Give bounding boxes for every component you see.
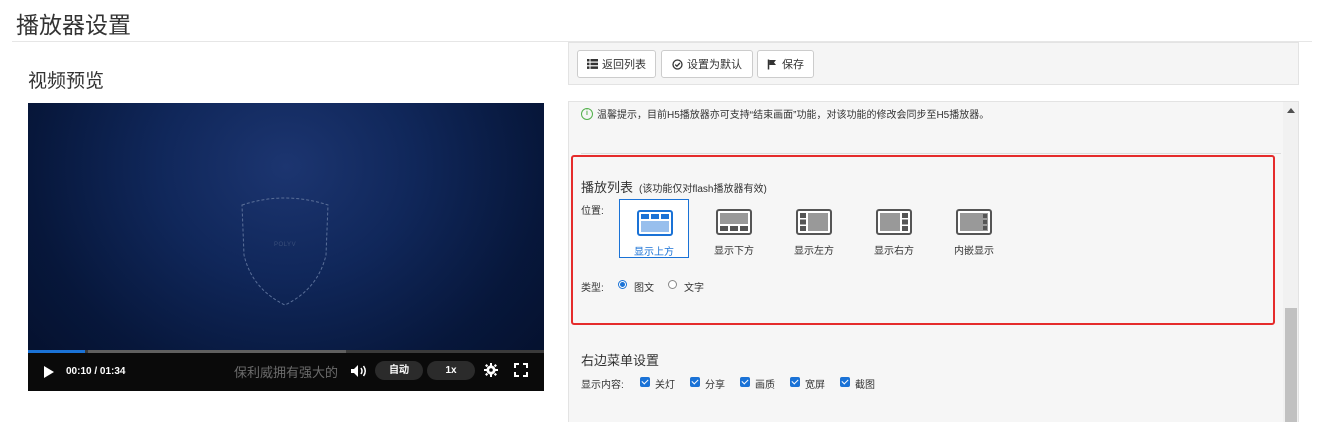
fullscreen-icon[interactable]	[514, 363, 528, 377]
progress-buffered	[88, 350, 346, 353]
marquee-text: 保利威拥有强大的	[234, 365, 339, 380]
tip-message: i 温馨提示，目前H5播放器亦可支持“结束画面”功能，对该功能的修改会同步至H5…	[581, 106, 989, 121]
type-option-label[interactable]: 图文	[634, 279, 654, 294]
list-icon	[587, 59, 598, 69]
scrollbar-thumb[interactable]	[1285, 308, 1297, 422]
preview-title: 视频预览	[28, 71, 105, 92]
position-option-label: 显示上方	[634, 247, 674, 258]
shield-watermark-icon	[241, 197, 329, 306]
player-controls: 00:10 / 01:34 保利威拥有强大的 自动 1x	[28, 350, 544, 391]
flag-icon	[767, 59, 776, 69]
time-display: 00:10 / 01:34	[66, 366, 126, 377]
check-circle-icon	[672, 58, 683, 70]
position-option-embed[interactable]: 内嵌显示	[939, 199, 1009, 258]
speed-button[interactable]: 1x	[427, 361, 475, 380]
checkbox-lights[interactable]	[640, 377, 650, 387]
action-toolbar: 返回列表 设置为默认 保存	[568, 42, 1299, 85]
position-option-left[interactable]: 显示左方	[779, 199, 849, 258]
layout-bottom-icon	[716, 209, 752, 235]
play-icon[interactable]	[44, 366, 54, 378]
checkbox-label[interactable]: 宽屏	[805, 376, 825, 391]
checkbox-widescreen[interactable]	[790, 377, 800, 387]
checkbox-label[interactable]: 截图	[855, 376, 875, 391]
back-to-list-label: 返回列表	[602, 59, 646, 71]
checkbox-label[interactable]: 关灯	[655, 376, 675, 391]
position-option-top[interactable]: 显示上方	[619, 199, 689, 258]
set-default-label: 设置为默认	[687, 59, 742, 71]
set-default-button[interactable]: 设置为默认	[661, 50, 753, 78]
video-player[interactable]: POLYV 00:10 / 01:34 保利威拥有强大的 自动 1x	[28, 103, 544, 391]
position-option-label: 显示下方	[714, 246, 754, 257]
checkbox-label[interactable]: 画质	[755, 376, 775, 391]
type-radio-image-text[interactable]	[618, 280, 627, 289]
progress-fill	[28, 350, 85, 353]
position-option-label: 显示右方	[874, 246, 914, 257]
layout-left-icon	[796, 209, 832, 235]
save-button[interactable]: 保存	[757, 50, 814, 78]
layout-top-icon	[637, 210, 673, 236]
checkbox-quality[interactable]	[740, 377, 750, 387]
volume-icon[interactable]	[350, 364, 368, 378]
player-logo: POLYV	[274, 242, 297, 248]
type-label: 类型:	[581, 283, 604, 294]
content-label: 显示内容:	[581, 380, 624, 391]
info-icon: i	[581, 107, 593, 120]
position-option-label: 显示左方	[794, 246, 834, 257]
layout-embed-icon	[956, 209, 992, 235]
position-option-label: 内嵌显示	[954, 246, 994, 257]
page-title: 播放器设置	[16, 12, 131, 38]
playlist-title: 播放列表	[581, 180, 634, 195]
save-label: 保存	[782, 59, 804, 71]
scrollbar[interactable]	[1283, 102, 1298, 422]
type-option-label[interactable]: 文字	[684, 279, 704, 294]
checkbox-label[interactable]: 分享	[705, 376, 725, 391]
gear-icon[interactable]	[484, 363, 498, 377]
checkbox-screenshot[interactable]	[840, 377, 850, 387]
tip-text: 温馨提示，目前H5播放器亦可支持“结束画面”功能，对该功能的修改会同步至H5播放…	[597, 110, 990, 121]
position-option-right[interactable]: 显示右方	[859, 199, 929, 258]
layout-right-icon	[876, 209, 912, 235]
playlist-section-title: 播放列表 (该功能仅对flash播放器有效)	[581, 177, 767, 196]
position-option-bottom[interactable]: 显示下方	[699, 199, 769, 258]
position-label: 位置:	[581, 206, 604, 217]
checkbox-share[interactable]	[690, 377, 700, 387]
quality-button[interactable]: 自动	[375, 361, 423, 380]
type-radio-text[interactable]	[668, 280, 677, 289]
section-divider	[581, 153, 1281, 154]
playlist-note: (该功能仅对flash播放器有效)	[639, 184, 767, 195]
back-to-list-button[interactable]: 返回列表	[577, 50, 656, 78]
scroll-up-arrow-icon[interactable]	[1287, 108, 1295, 113]
right-menu-title: 右边菜单设置	[581, 353, 660, 368]
progress-bar[interactable]	[28, 350, 544, 353]
